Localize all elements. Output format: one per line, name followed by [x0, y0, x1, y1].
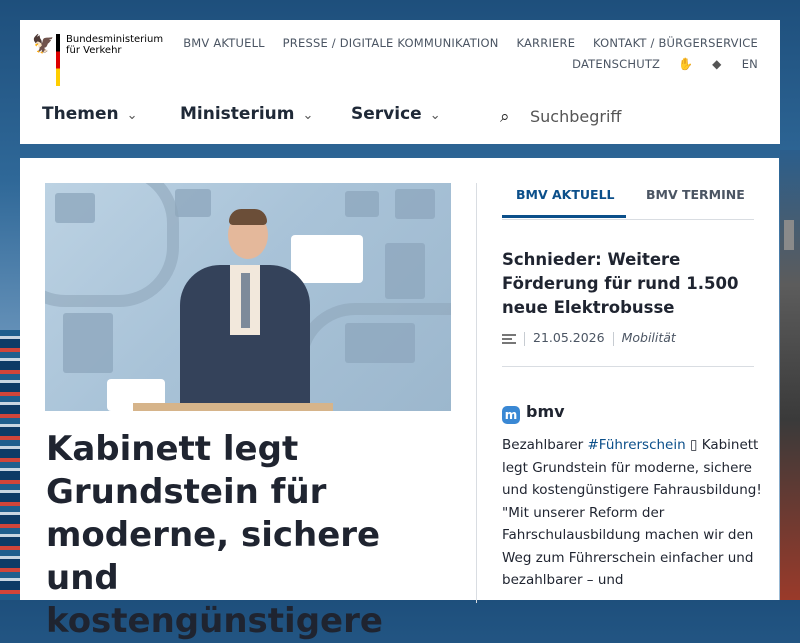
federal-eagle-icon: 🦅	[32, 34, 55, 55]
speaker-tie	[241, 273, 250, 328]
lectern	[133, 403, 333, 411]
section-divider	[502, 366, 754, 367]
german-flag-bar	[56, 34, 60, 86]
logo-text: Bundesministerium für Verkehr	[66, 34, 164, 56]
chevron-down-icon: ⌄	[429, 108, 441, 123]
toplink-datenschutz[interactable]: DATENSCHUTZ	[572, 57, 660, 71]
chevron-down-icon: ⌄	[302, 108, 314, 123]
main-navigation: Themen ⌄ Ministerium ⌄ Service ⌄ ⌕ Suchbegr…	[42, 104, 762, 134]
toplink-karriere[interactable]: KARRIERE	[516, 36, 575, 50]
meta-separator	[612, 331, 614, 346]
ministry-logo[interactable]: 🦅 Bundesministerium für Verkehr	[32, 34, 163, 104]
tab-bmv-aktuell[interactable]: BMV AKTUELL	[516, 187, 615, 202]
license-card-graphic	[291, 235, 363, 283]
toplink-presse[interactable]: PRESSE / DIGITALE KOMMUNIKATION	[283, 36, 499, 50]
chevron-down-icon: ⌄	[126, 108, 138, 123]
news-tabs: BMV AKTUELL BMV TERMINE	[502, 183, 754, 220]
easy-language-icon[interactable]: ◆	[710, 57, 724, 71]
crane-graphic	[784, 220, 794, 250]
tab-bmv-termine[interactable]: BMV TERMINE	[646, 187, 745, 202]
language-switch-en[interactable]: EN	[742, 57, 758, 71]
background-harbor-right	[780, 150, 800, 600]
top-navigation: BMV AKTUELL PRESSE / DIGITALE KOMMUNIKAT…	[158, 36, 758, 71]
sign-language-icon[interactable]: ✋	[678, 57, 693, 71]
search-placeholder[interactable]: Suchbegriff	[530, 107, 621, 126]
main-content: Kabinett legt Grundstein für moderne, si…	[20, 158, 779, 641]
news-title[interactable]: Schnieder: Weitere Förderung für rund 1.…	[502, 248, 762, 320]
background-harbor-left	[0, 330, 20, 600]
toplink-bmv-aktuell[interactable]: BMV AKTUELL	[183, 36, 265, 50]
post-hashtag-link[interactable]: #Führerschein	[587, 437, 685, 453]
hero-headline[interactable]: Kabinett legt Grundstein für moderne, si…	[46, 428, 446, 643]
mastodon-post: Bezahlbarer #Führerschein ▯ Kabinett leg…	[502, 434, 762, 592]
article-icon	[502, 332, 516, 346]
mastodon-icon: m	[502, 406, 520, 424]
mastodon-header[interactable]: m bmv	[502, 402, 565, 424]
column-divider	[476, 183, 477, 603]
news-meta: 21.05.2026 Mobilität	[502, 330, 762, 346]
bg-curve	[45, 183, 179, 307]
bg-tile	[395, 189, 435, 219]
nav-ministerium-label: Ministerium	[180, 104, 295, 124]
news-date: 21.05.2026	[533, 330, 605, 345]
search-icon[interactable]: ⌕	[500, 107, 510, 127]
nav-service[interactable]: Service ⌄	[351, 104, 441, 124]
search-field[interactable]: ⌕ Suchbegriff	[500, 104, 770, 134]
toplink-kontakt[interactable]: KONTAKT / BÜRGERSERVICE	[593, 36, 758, 50]
nav-ministerium[interactable]: Ministerium ⌄	[180, 104, 313, 124]
bg-tile	[63, 313, 113, 373]
meta-separator	[524, 331, 525, 346]
hero-image[interactable]	[45, 183, 451, 411]
nav-service-label: Service	[351, 104, 422, 124]
nav-themen-label: Themen	[42, 104, 119, 124]
site-header: 🦅 Bundesministerium für Verkehr BMV AKTU…	[20, 20, 780, 144]
mastodon-account: bmv	[526, 402, 565, 421]
speaker-hair	[229, 209, 267, 225]
bg-tile	[345, 191, 379, 217]
active-tab-indicator	[502, 215, 626, 218]
post-prefix: Bezahlbarer	[502, 437, 588, 453]
bg-curve	[295, 303, 451, 411]
news-category[interactable]: Mobilität	[622, 330, 676, 345]
bg-tile	[385, 243, 425, 299]
post-body: Kabinett legt Grundstein für moderne, si…	[502, 437, 762, 588]
bg-tile	[175, 189, 211, 217]
nav-themen[interactable]: Themen ⌄	[42, 104, 137, 124]
